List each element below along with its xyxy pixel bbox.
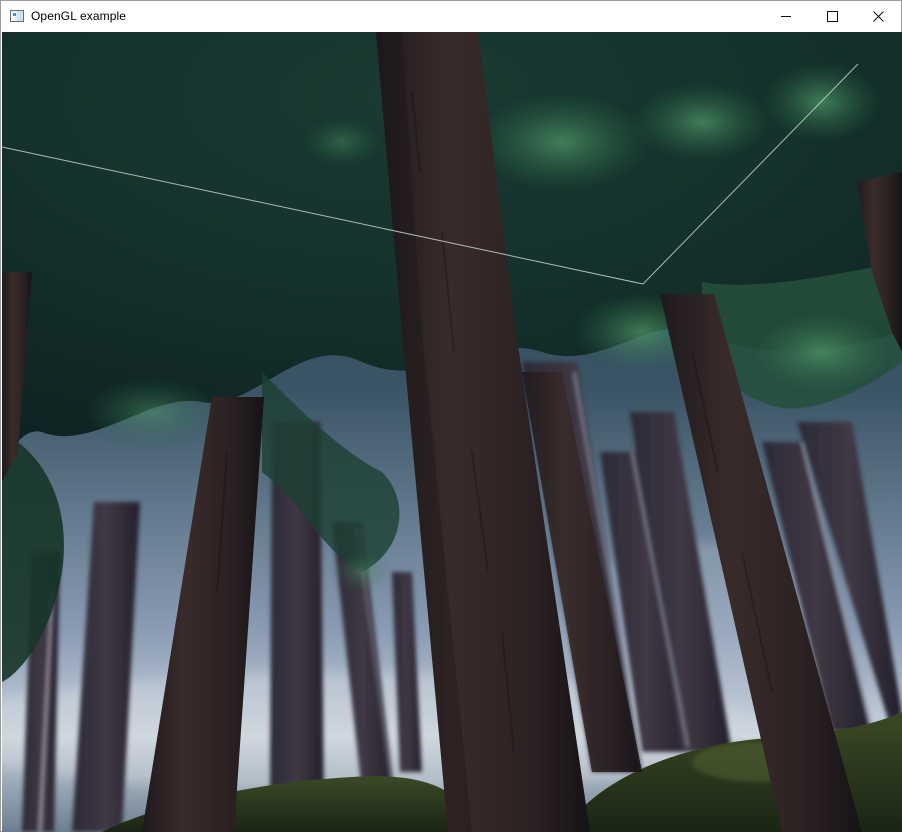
title-bar[interactable]: OpenGL example bbox=[1, 1, 901, 31]
minimize-button[interactable] bbox=[763, 1, 809, 31]
window-title: OpenGL example bbox=[31, 9, 127, 23]
app-window: OpenGL example bbox=[0, 0, 902, 832]
opengl-viewport[interactable] bbox=[2, 32, 902, 832]
close-icon bbox=[872, 10, 884, 22]
app-window-icon[interactable] bbox=[10, 10, 24, 22]
window-controls bbox=[763, 1, 901, 31]
minimize-icon bbox=[781, 16, 791, 17]
maximize-icon bbox=[826, 10, 838, 22]
forest-scene bbox=[2, 32, 902, 832]
maximize-button[interactable] bbox=[809, 1, 855, 31]
close-button[interactable] bbox=[855, 1, 901, 31]
